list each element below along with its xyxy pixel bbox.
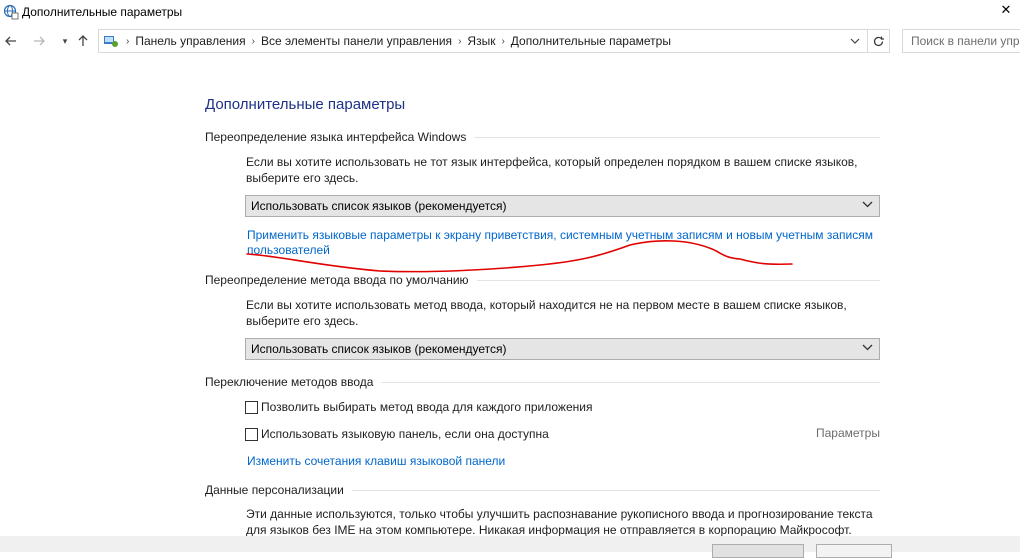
per-app-input-method-option[interactable]: Позволить выбирать метод ввода для каждо… xyxy=(245,399,592,415)
chevron-down-icon xyxy=(862,342,873,354)
select-value: Использовать список языков (рекомендуетс… xyxy=(251,342,507,356)
checkbox-label[interactable]: Использовать языковую панель, если она д… xyxy=(261,427,549,441)
section-switching-input-methods: Переключение методов ввода xyxy=(205,374,880,390)
checkbox-label[interactable]: Позволить выбирать метод ввода для каждо… xyxy=(261,400,592,414)
section-heading: Переопределение метода ввода по умолчани… xyxy=(205,273,469,287)
description-line: Эти данные используются, только чтобы ул… xyxy=(246,507,873,521)
section-default-input-method: Переопределение метода ввода по умолчани… xyxy=(205,272,880,288)
language-bar-option[interactable]: Использовать языковую панель, если она д… xyxy=(245,426,549,442)
description-line: Если вы хотите использовать метод ввода,… xyxy=(246,298,847,312)
change-hotkeys-link[interactable]: Изменить сочетания клавиш языковой панел… xyxy=(247,454,505,469)
section-divider xyxy=(351,489,880,491)
section-divider xyxy=(476,279,880,281)
section-divider xyxy=(381,381,880,383)
description-line: выберите его здесь. xyxy=(246,314,359,328)
language-bar-options-link[interactable]: Параметры xyxy=(816,426,880,440)
section-description: Эти данные используются, только чтобы ул… xyxy=(246,506,886,538)
input-method-select[interactable]: Использовать список языков (рекомендуетс… xyxy=(245,338,880,360)
language-bar-checkbox[interactable] xyxy=(245,427,258,441)
section-heading: Данные персонализации xyxy=(205,483,344,497)
per-app-input-method-checkbox[interactable] xyxy=(245,400,258,414)
section-heading: Переключение методов ввода xyxy=(205,375,374,389)
section-personalization-data: Данные персонализации xyxy=(205,482,880,498)
section-description: Если вы хотите использовать метод ввода,… xyxy=(246,297,886,329)
cancel-button[interactable] xyxy=(816,544,892,558)
save-button[interactable] xyxy=(712,544,804,558)
